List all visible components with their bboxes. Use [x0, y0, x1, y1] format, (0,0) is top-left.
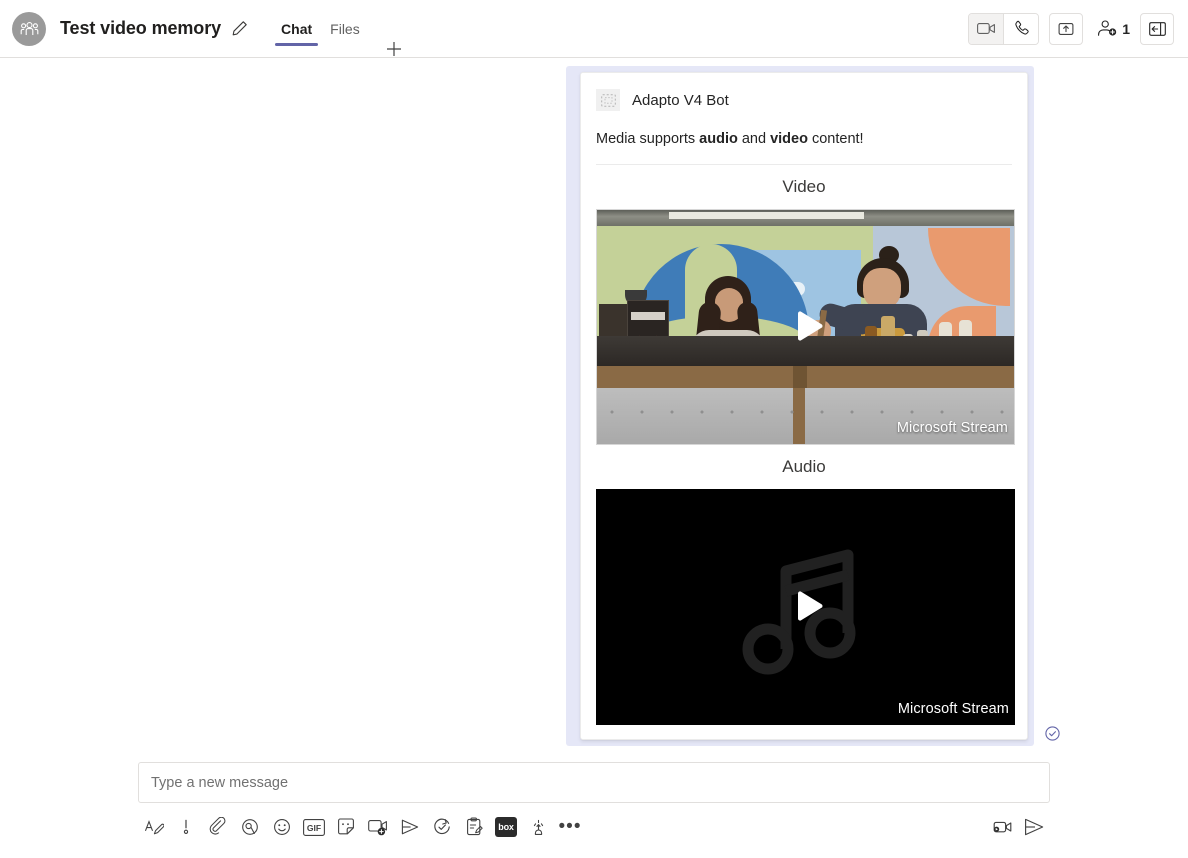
box-app-icon[interactable]: box: [490, 812, 522, 842]
pencil-icon: [232, 21, 247, 36]
urgent-icon[interactable]: [170, 812, 202, 842]
forms-clipboard-icon: [467, 817, 483, 836]
play-icon: [797, 311, 822, 341]
message-highlight: Adapto V4 Bot Media supports audio and v…: [566, 66, 1034, 747]
approvals-icon: [434, 818, 450, 835]
urgent-exclamation-icon: [183, 819, 189, 834]
rename-chat-button[interactable]: [231, 20, 248, 37]
card-intro-text: Media supports audio and video content!: [596, 129, 1012, 150]
chat-header: Test video memory Chat Files 1: [0, 0, 1188, 58]
composer-box[interactable]: [138, 762, 1050, 803]
video-thumbnail[interactable]: Microsoft Stream: [596, 209, 1015, 446]
teams-chat-window: Test video memory Chat Files 1 Adapto V4…: [0, 0, 1188, 858]
intro-suffix: content!: [807, 131, 864, 147]
page-title: Test video memory: [60, 18, 222, 38]
attach-icon[interactable]: [202, 812, 234, 842]
tab-files[interactable]: Files: [321, 0, 369, 58]
video-clip-icon[interactable]: [986, 812, 1018, 842]
play-icon: [797, 591, 822, 621]
add-people-button[interactable]: 1: [1097, 20, 1130, 37]
message-composer: GIF: [0, 762, 1188, 858]
tab-bar: Chat Files: [272, 0, 413, 58]
stream-icon[interactable]: [394, 812, 426, 842]
intro-bold-audio: audio: [699, 131, 738, 147]
send-icon[interactable]: [1018, 812, 1050, 842]
intro-middle: and: [737, 131, 771, 147]
bot-avatar: [596, 89, 620, 111]
meet-now-camera-icon: [368, 820, 387, 836]
stream-play-icon: [401, 819, 419, 835]
broken-image-placeholder-icon: [600, 93, 616, 107]
gif-icon: GIF: [303, 818, 325, 836]
praise-hand-glyph: [533, 819, 544, 835]
header-actions: 1: [968, 12, 1174, 45]
intro-bold-video: video: [770, 131, 808, 147]
call-button-group: [968, 12, 1040, 45]
ellipsis-glyph: •••: [558, 816, 582, 837]
share-screen-button[interactable]: [1049, 12, 1084, 45]
message-item: Adapto V4 Bot Media supports audio and v…: [566, 66, 1060, 747]
more-options-icon[interactable]: •••: [554, 812, 586, 842]
phone-icon: [1015, 20, 1029, 35]
sticker-icon-glyph: [338, 818, 354, 835]
composer-toolbar: GIF box •••: [138, 812, 1050, 842]
add-tab-button[interactable]: [375, 40, 413, 58]
people-count: 1: [1122, 20, 1130, 37]
avatar[interactable]: [12, 11, 46, 46]
svg-text:GIF: GIF: [307, 823, 321, 833]
people-group-icon: [20, 21, 38, 35]
bot-name: Adapto V4 Bot: [632, 91, 729, 109]
add-person-icon: [1098, 20, 1117, 36]
composer-right-tools: [986, 812, 1050, 842]
smiley-icon: [274, 819, 290, 835]
praise-icon[interactable]: [426, 812, 458, 842]
audio-call-button[interactable]: [1004, 13, 1039, 44]
paperclip-icon: [209, 817, 226, 835]
sent-check-circle-icon: [1045, 726, 1060, 741]
meet-now-icon[interactable]: [362, 812, 394, 842]
tab-chat[interactable]: Chat: [272, 0, 321, 58]
send-paper-plane-icon: [1025, 818, 1044, 836]
section-title-video: Video: [782, 177, 826, 197]
open-side-panel-button[interactable]: [1140, 12, 1174, 45]
loop-component-icon[interactable]: [234, 812, 266, 842]
card-header: Adapto V4 Bot: [596, 89, 1012, 111]
share-screen-icon: [1058, 22, 1074, 35]
format-text-icon: [145, 820, 164, 835]
sticker-icon[interactable]: [330, 812, 362, 842]
video-camera-icon: [976, 23, 995, 34]
status-badge: [1045, 726, 1060, 746]
praise-hand-icon[interactable]: [522, 812, 554, 842]
tab-files-label: Files: [330, 20, 360, 37]
video-clip-glyph: [993, 821, 1012, 833]
adaptive-card[interactable]: Adapto V4 Bot Media supports audio and v…: [580, 72, 1028, 741]
message-list: Adapto V4 Bot Media supports audio and v…: [0, 58, 1188, 762]
forms-icon[interactable]: [458, 812, 490, 842]
giphy-icon[interactable]: GIF: [298, 812, 330, 842]
format-icon[interactable]: [138, 812, 170, 842]
tab-chat-label: Chat: [281, 20, 313, 37]
section-title-audio: Audio: [782, 457, 826, 477]
open-side-panel-icon: [1148, 21, 1166, 36]
intro-prefix: Media supports: [596, 131, 700, 147]
audio-thumbnail[interactable]: Microsoft Stream: [596, 489, 1015, 726]
message-input[interactable]: [151, 763, 1037, 802]
emoji-icon[interactable]: [266, 812, 298, 842]
box-badge: box: [495, 817, 517, 837]
video-call-button[interactable]: [969, 13, 1004, 44]
loop-icon: [242, 819, 258, 835]
plus-icon: [386, 41, 401, 56]
audio-provider-label: Microsoft Stream: [897, 701, 1009, 718]
video-play-overlay[interactable]: [597, 210, 1014, 444]
video-provider-label: Microsoft Stream: [896, 420, 1008, 437]
audio-play-overlay[interactable]: [596, 489, 1015, 725]
